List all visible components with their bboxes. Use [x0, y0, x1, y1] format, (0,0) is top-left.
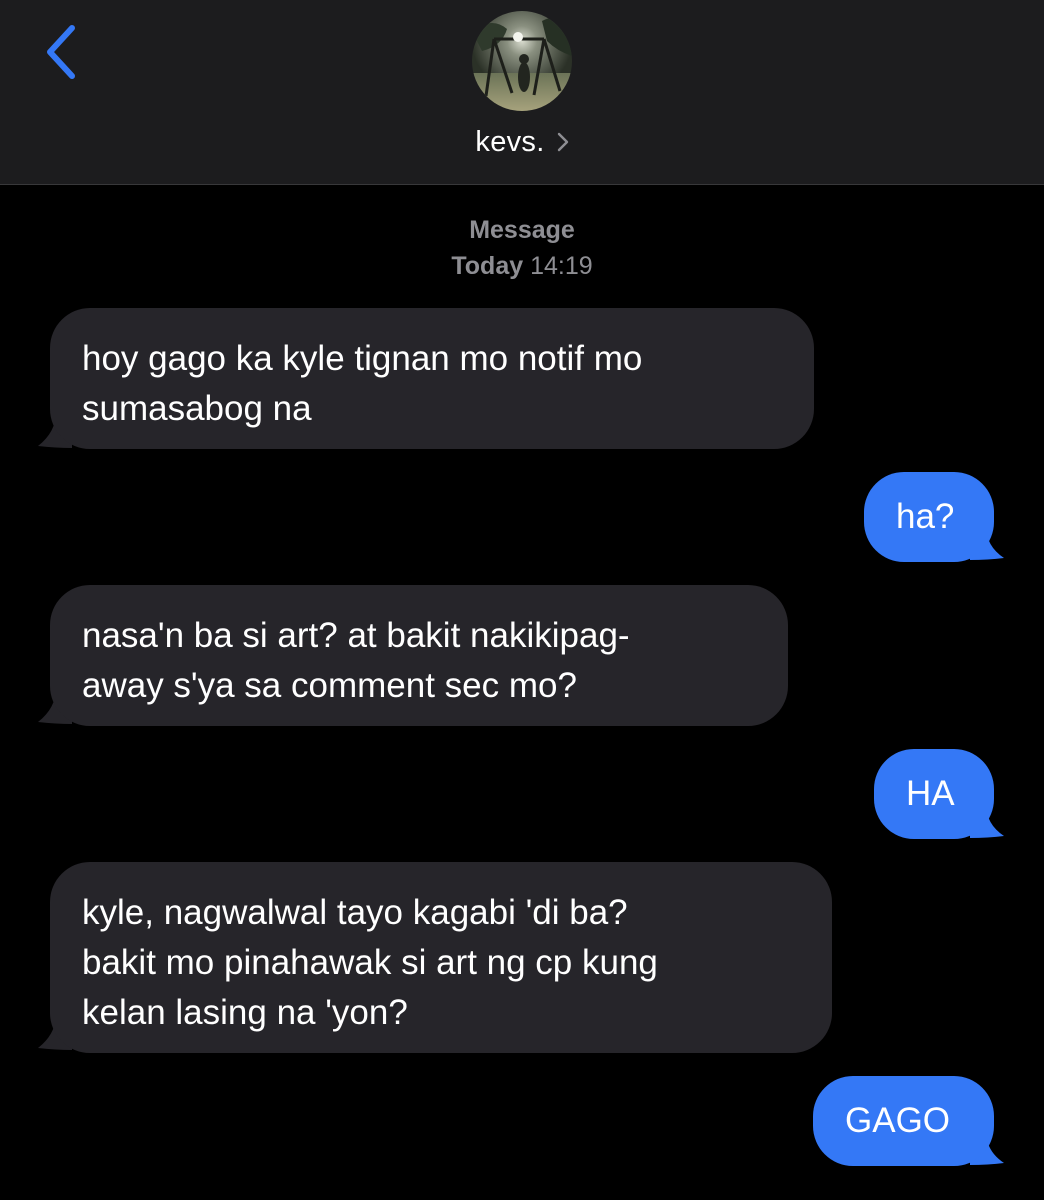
message-bubble-outgoing[interactable]: HA: [874, 749, 994, 839]
service-label: Message: [469, 216, 575, 244]
timestamp-day: Today: [451, 252, 524, 280]
conversation-header: kevs.: [0, 0, 1044, 185]
message-line: kyle, nagwalwal tayo kagabi 'di ba?: [82, 893, 628, 932]
message-line: bakit mo pinahawak si art ng cp kung: [82, 943, 658, 982]
message-bubble-incoming[interactable]: kyle, nagwalwal tayo kagabi 'di ba? baki…: [50, 862, 832, 1053]
message-bubble-incoming[interactable]: nasa'n ba si art? at bakit nakikipag- aw…: [50, 585, 788, 726]
message-meta: Message Today 14:19: [0, 212, 1044, 284]
message-line: sumasabog na: [82, 389, 312, 428]
contact-avatar[interactable]: [472, 11, 572, 111]
message-bubble-outgoing[interactable]: GAGO: [813, 1076, 994, 1166]
message-bubble-outgoing[interactable]: ha?: [864, 472, 994, 562]
message-line: away s'ya sa comment sec mo?: [82, 666, 577, 705]
chevron-right-icon: [557, 132, 569, 152]
avatar-photo: [472, 11, 572, 111]
message-bubble-incoming[interactable]: hoy gago ka kyle tignan mo notif mo suma…: [50, 308, 814, 449]
contact-name: kevs.: [475, 125, 545, 158]
message-line: ha?: [896, 497, 955, 536]
contact-name-button[interactable]: kevs.: [0, 120, 1044, 164]
back-button[interactable]: [30, 20, 90, 84]
timestamp: Today 14:19: [0, 248, 1044, 284]
message-line: hoy gago ka kyle tignan mo notif mo: [82, 339, 643, 378]
message-line: kelan lasing na 'yon?: [82, 993, 408, 1032]
message-line: HA: [906, 774, 955, 813]
chevron-left-icon: [47, 25, 75, 79]
message-line: GAGO: [845, 1101, 951, 1140]
timestamp-time: 14:19: [530, 252, 593, 280]
messages-screen: kevs. Message Today 14:19 hoy gago ka ky…: [0, 0, 1044, 1200]
message-line: nasa'n ba si art? at bakit nakikipag-: [82, 616, 630, 655]
